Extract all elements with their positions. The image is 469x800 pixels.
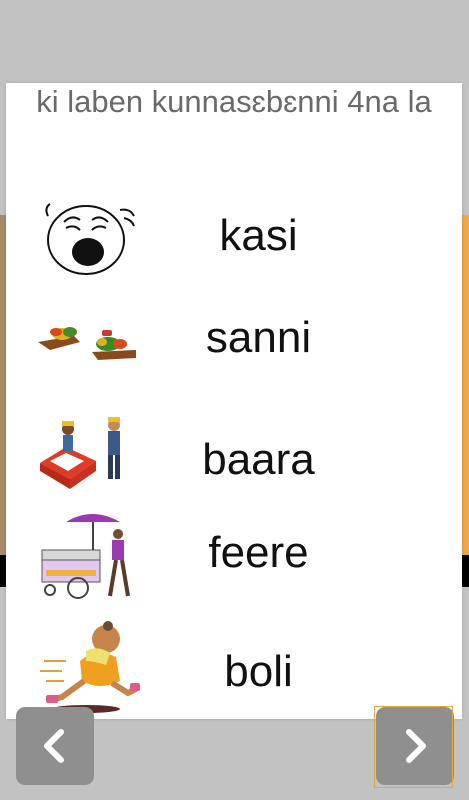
chevron-right-icon bbox=[406, 729, 426, 763]
question-card: ki laben kunnasɛbɛnni 4na la kasi sanni … bbox=[6, 83, 462, 719]
option-word-baara: baara bbox=[202, 435, 315, 484]
option-word-kasi: kasi bbox=[219, 211, 298, 260]
running-child-icon bbox=[36, 621, 140, 713]
option-row-baara[interactable]: baara bbox=[6, 408, 462, 508]
hands-trading-goods-icon bbox=[36, 300, 140, 380]
option-row-boli[interactable]: boli bbox=[6, 621, 462, 721]
bricklayers-working-icon bbox=[36, 413, 140, 493]
next-button[interactable] bbox=[376, 707, 454, 785]
chevron-left-icon bbox=[44, 729, 64, 763]
question-prompt: ki laben kunnasɛbɛnni 4na la bbox=[36, 84, 432, 119]
back-button[interactable] bbox=[16, 707, 94, 785]
option-word-boli: boli bbox=[224, 647, 293, 696]
street-vendor-cart-icon bbox=[36, 510, 140, 602]
option-row-sanni[interactable]: sanni bbox=[6, 290, 462, 390]
option-row-feere[interactable]: feere bbox=[6, 510, 462, 610]
crying-face-icon bbox=[36, 198, 140, 278]
option-word-sanni: sanni bbox=[205, 313, 312, 362]
option-row-kasi[interactable]: kasi bbox=[6, 188, 462, 288]
option-word-feere: feere bbox=[208, 528, 309, 577]
